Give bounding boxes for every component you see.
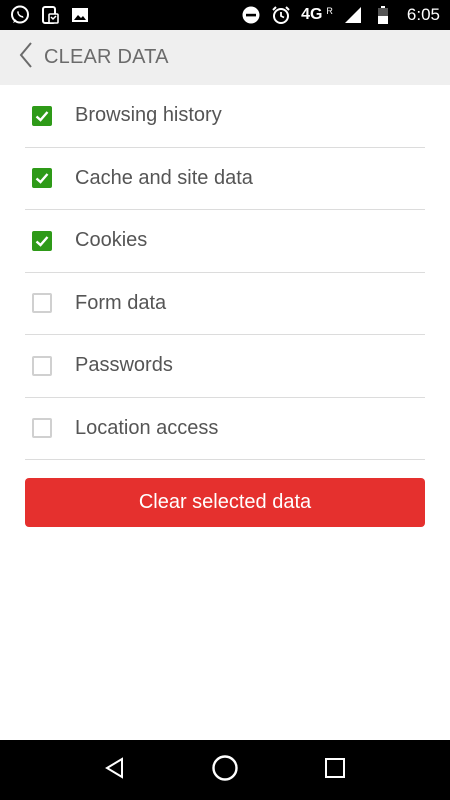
chevron-left-icon — [18, 41, 34, 74]
option-label: Browsing history — [75, 104, 222, 127]
alarm-icon — [271, 5, 291, 25]
option-location-access[interactable]: Location access — [25, 398, 425, 460]
option-cookies[interactable]: Cookies — [25, 210, 425, 273]
nav-back-button[interactable] — [95, 750, 135, 790]
option-browsing-history[interactable]: Browsing history — [25, 85, 425, 148]
clear-selected-data-button[interactable]: Clear selected data — [25, 478, 425, 527]
option-label: Cookies — [75, 229, 148, 252]
option-passwords[interactable]: Passwords — [25, 335, 425, 398]
option-label: Location access — [75, 416, 219, 439]
back-icon — [103, 756, 127, 785]
checkmark-icon — [35, 110, 49, 122]
checkbox[interactable] — [32, 355, 52, 376]
checkmark-icon — [35, 173, 49, 184]
battery-icon — [373, 5, 393, 25]
network-type: 4G — [301, 6, 323, 23]
whatsapp-icon — [10, 5, 30, 25]
clock: 6:05 — [406, 5, 440, 24]
phone-app-icon — [40, 5, 60, 25]
checkbox[interactable] — [32, 168, 52, 189]
option-label: Passwords — [75, 354, 173, 377]
option-cache-and-site-data[interactable]: Cache and site data — [25, 148, 425, 210]
nav-home-button[interactable] — [205, 750, 245, 790]
back-button[interactable] — [6, 30, 46, 85]
checkbox[interactable] — [32, 293, 52, 314]
recents-icon — [324, 757, 346, 784]
status-bar: 4G R 6:05 — [0, 0, 450, 30]
checkmark-icon — [35, 235, 49, 247]
app-header: CLEAR DATA — [0, 30, 450, 85]
checkbox[interactable] — [32, 418, 52, 439]
clear-data-options: Browsing history Cache and site data Coo… — [25, 85, 425, 460]
option-form-data[interactable]: Form data — [25, 273, 425, 335]
checkbox[interactable] — [32, 230, 52, 251]
option-label: Form data — [75, 291, 167, 314]
roaming-indicator: R — [326, 6, 333, 16]
status-right: 4G R 6:05 — [241, 5, 440, 25]
status-left — [10, 5, 90, 25]
signal-icon — [343, 5, 363, 25]
gallery-icon — [70, 5, 90, 25]
option-label: Cache and site data — [75, 166, 253, 189]
checkbox[interactable] — [32, 105, 52, 126]
page-title: CLEAR DATA — [44, 46, 169, 68]
nav-recents-button[interactable] — [315, 750, 355, 790]
do-not-disturb-icon — [241, 5, 261, 25]
navigation-bar — [0, 740, 450, 800]
home-icon — [211, 754, 239, 787]
